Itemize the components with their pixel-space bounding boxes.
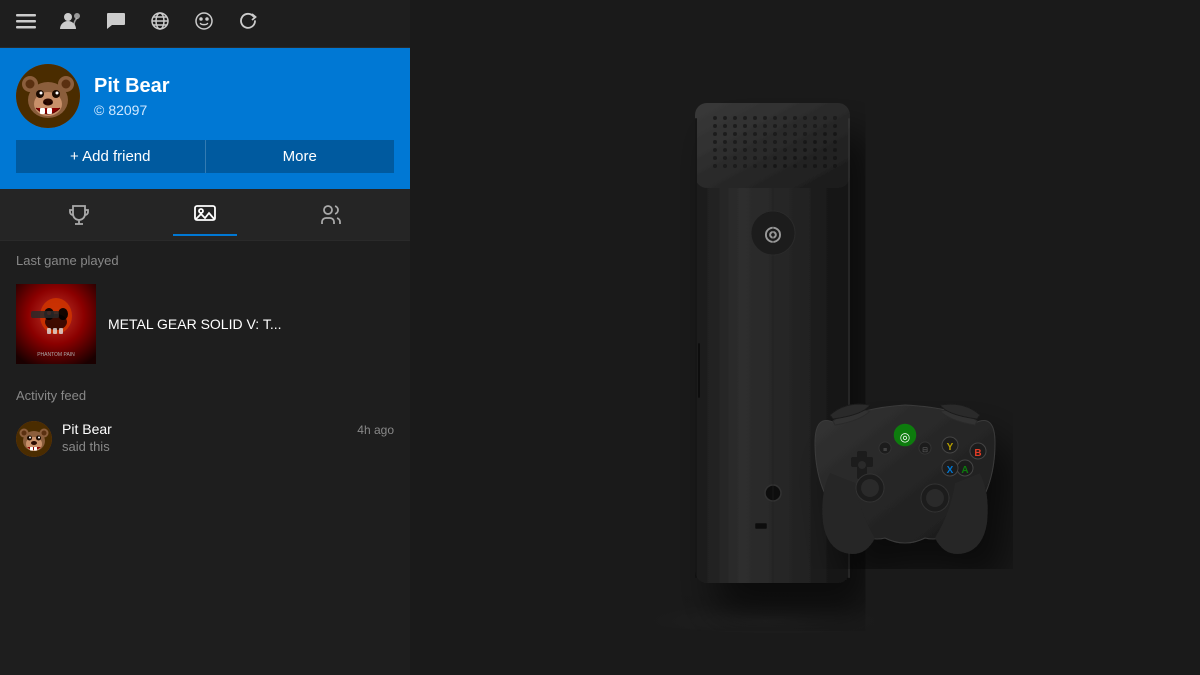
globe-icon[interactable] — [150, 11, 170, 36]
tab-captures[interactable] — [173, 194, 237, 236]
gamertag-prefix: © — [94, 102, 104, 118]
game-thumbnail: PHANTOM PAIN — [16, 284, 96, 364]
svg-text:A: A — [961, 465, 968, 476]
svg-text:B: B — [974, 448, 981, 459]
menu-icon[interactable] — [16, 11, 36, 36]
more-button[interactable]: More — [206, 140, 395, 173]
svg-text:X: X — [947, 465, 954, 476]
game-item[interactable]: PHANTOM PAIN METAL GEAR SOLID V: T... — [0, 276, 410, 372]
refresh-icon[interactable] — [238, 11, 258, 36]
svg-text:≡: ≡ — [883, 447, 887, 454]
emoji-icon[interactable] — [194, 11, 214, 36]
right-panel: ◎ — [410, 0, 1200, 675]
people-icon[interactable] — [60, 11, 82, 36]
svg-text:PHANTOM PAIN: PHANTOM PAIN — [37, 352, 75, 358]
content-area: Last game played — [0, 241, 410, 675]
svg-text:⊟: ⊟ — [922, 447, 928, 454]
tab-bar — [0, 189, 410, 241]
activity-avatar — [16, 421, 52, 457]
activity-content: Pit Bear 4h ago said this — [62, 421, 394, 454]
game-title: METAL GEAR SOLID V: T... — [108, 316, 282, 332]
chat-icon[interactable] — [106, 11, 126, 36]
tab-achievements[interactable] — [47, 195, 111, 235]
activity-header: Pit Bear 4h ago — [62, 421, 394, 437]
gamertag-value: 82097 — [108, 102, 147, 118]
profile-header: Pit Bear © 82097 + Add friend More — [0, 48, 410, 189]
activity-name: Pit Bear — [62, 421, 112, 437]
top-nav — [0, 0, 410, 48]
activity-time: 4h ago — [357, 423, 394, 437]
profile-top: Pit Bear © 82097 — [16, 64, 394, 128]
profile-info: Pit Bear © 82097 — [94, 75, 170, 118]
last-game-label: Last game played — [0, 241, 410, 276]
svg-text:Y: Y — [947, 442, 954, 453]
svg-text:◎: ◎ — [900, 430, 910, 444]
avatar — [16, 64, 80, 128]
xbox-console-scene: ◎ — [505, 63, 1105, 613]
profile-gamertag: © 82097 — [94, 102, 170, 118]
activity-action: said this — [62, 439, 394, 454]
tab-friends[interactable] — [299, 195, 363, 235]
activity-item[interactable]: Pit Bear 4h ago said this — [0, 411, 410, 467]
add-friend-button[interactable]: + Add friend — [16, 140, 206, 173]
left-panel: Pit Bear © 82097 + Add friend More — [0, 0, 410, 675]
profile-actions: + Add friend More — [16, 140, 394, 173]
activity-section: Activity feed — [0, 376, 410, 467]
activity-feed-label: Activity feed — [0, 376, 410, 411]
profile-name: Pit Bear — [94, 75, 170, 98]
